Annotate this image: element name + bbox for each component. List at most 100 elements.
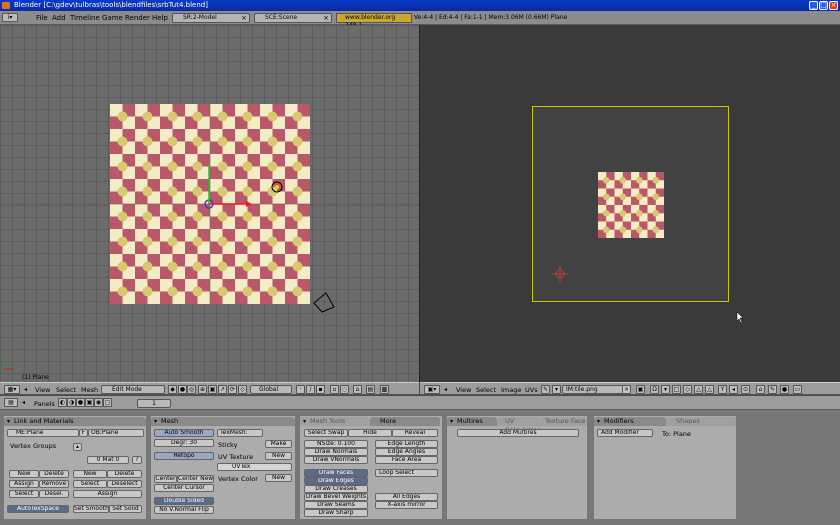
draw-edges-toggle[interactable]: Draw Edges <box>304 477 368 485</box>
vgroup-assign-button[interactable]: Assign <box>9 480 39 488</box>
manipulator-icon[interactable]: ↗ <box>218 385 227 394</box>
uv-image-editor[interactable] <box>420 25 840 382</box>
edge-select-icon[interactable]: / <box>306 385 315 394</box>
draw-faces-toggle[interactable]: Draw Faces <box>304 469 368 477</box>
material-deselect-button[interactable]: Deselect <box>107 480 142 488</box>
vertex-icon[interactable]: □ <box>672 385 681 394</box>
lock-icon[interactable]: ⌂ <box>756 385 765 394</box>
auto-smooth-toggle[interactable]: Auto Smooth <box>154 429 214 437</box>
pencil-icon[interactable]: ✎ <box>541 385 550 394</box>
screen-selector[interactable]: SR:2-Model × <box>172 13 250 23</box>
draw-sharp-toggle[interactable]: Draw Sharp <box>304 509 368 517</box>
vertex-color-new-button[interactable]: New <box>265 474 292 482</box>
vertex-select-icon[interactable]: · <box>296 385 305 394</box>
rotate-icon[interactable]: ⟳ <box>228 385 237 394</box>
vgroup-deselect-button[interactable]: Desel. <box>39 490 69 498</box>
material-select-button[interactable]: Select <box>73 480 107 488</box>
collapse-icon[interactable]: ◂ <box>22 399 25 406</box>
pivot-icon[interactable]: ◆ <box>168 385 177 394</box>
object-name-field[interactable]: OB:Plane <box>88 429 144 437</box>
retopo-toggle[interactable]: Retopo <box>154 452 214 460</box>
menu-game[interactable]: Game <box>102 14 123 22</box>
occlude-icon[interactable]: ▫ <box>330 385 339 394</box>
minimize-button[interactable]: _ <box>809 1 818 10</box>
scale-icon[interactable]: ◇ <box>238 385 247 394</box>
all-edges-toggle[interactable]: All Edges <box>375 493 438 501</box>
image-browse-icon[interactable]: ▾ <box>552 385 561 394</box>
menu-view[interactable]: View <box>456 386 471 394</box>
set-smooth-button[interactable]: Set Smooth <box>73 505 109 513</box>
editor-type-icon[interactable]: ▤ <box>4 398 18 407</box>
pivot-icon[interactable]: ◂ <box>729 385 738 394</box>
nsize-field[interactable]: NSize: 0.100 <box>304 440 368 448</box>
proportional-icon[interactable]: ◌ <box>340 385 349 394</box>
snap-icon[interactable]: ⊕ <box>198 385 207 394</box>
island-icon[interactable]: △ <box>705 385 714 394</box>
object-icon[interactable]: ▣ <box>85 398 94 407</box>
frame-field[interactable]: 1 <box>137 399 171 408</box>
vgroup-select-button[interactable]: Select <box>9 490 39 498</box>
shapes-tab[interactable]: Shapes <box>666 417 736 426</box>
script-icon[interactable]: ◑ <box>67 398 76 407</box>
menu-mesh[interactable]: Mesh <box>81 386 98 394</box>
editor-type-icon[interactable]: ▦▾ <box>4 385 20 394</box>
3d-viewport[interactable]: (1) Plane <box>0 25 419 382</box>
close-icon[interactable]: × <box>323 14 329 22</box>
modifiers-tab[interactable]: Modifiers <box>594 417 666 426</box>
no-vnormal-flip-toggle[interactable]: No V.Normal Flip <box>154 506 214 514</box>
center-new-button[interactable]: Center New <box>177 475 214 483</box>
menu-timeline[interactable]: Timeline <box>70 14 100 22</box>
collapse-icon[interactable]: ◂ <box>444 386 447 393</box>
texture-face-tab[interactable]: Texture Face <box>539 417 587 426</box>
panel-title[interactable]: Link and Materials <box>4 417 146 426</box>
material-assign-button[interactable]: Assign <box>73 490 142 498</box>
draw-bevel-weights-toggle[interactable]: Draw Bevel Weights <box>304 493 368 501</box>
close-icon[interactable]: × <box>241 14 247 22</box>
vgroup-browse-icon[interactable]: ▴ <box>73 443 82 451</box>
draw-vnormals-toggle[interactable]: Draw VNormals <box>304 456 368 464</box>
scene-icon[interactable]: ▢ <box>103 398 112 407</box>
close-icon[interactable]: × <box>622 385 631 394</box>
sync-icon[interactable]: ▾ <box>661 385 670 394</box>
editor-type-icon[interactable]: ▣▾ <box>424 385 440 394</box>
select-swap-button[interactable]: Select Swap <box>304 429 348 437</box>
proportional-icon[interactable]: ⊙ <box>741 385 750 394</box>
menu-image[interactable]: Image <box>501 386 521 394</box>
center-cursor-button[interactable]: Center Cursor <box>154 484 214 492</box>
window-type-icon[interactable]: i▾ <box>2 13 18 22</box>
hide-button[interactable]: Hide <box>348 429 392 437</box>
texmesh-field[interactable]: TexMesh: <box>217 429 263 437</box>
material-new-button[interactable]: New <box>73 470 107 478</box>
maximize-button[interactable]: □ <box>819 1 828 10</box>
mesh-name-field[interactable]: ME:Plane <box>7 429 79 437</box>
face-select-icon[interactable]: ▪ <box>316 385 325 394</box>
draw-seams-toggle[interactable]: Draw Seams <box>304 501 368 509</box>
material-delete-button[interactable]: Delete <box>107 470 142 478</box>
multires-tab[interactable]: Multires <box>447 417 497 426</box>
menu-add[interactable]: Add <box>52 14 66 22</box>
panel-collapse-icon[interactable]: ▾ <box>7 418 10 425</box>
mesh-tools-tab[interactable]: Mesh Tools <box>300 417 370 426</box>
autotexspace-toggle[interactable]: AutoTexSpace <box>7 505 69 513</box>
face-area-toggle[interactable]: Face Area <box>375 456 438 464</box>
mode-select[interactable]: Edit Mode <box>101 385 165 394</box>
vgroup-delete-button[interactable]: Delete <box>39 470 69 478</box>
screenshot-icon[interactable]: ▩ <box>380 385 389 394</box>
snap-icon[interactable]: Y <box>718 385 727 394</box>
set-solid-button[interactable]: Set Solid <box>109 505 142 513</box>
paint-icon[interactable]: ✎ <box>768 385 777 394</box>
panel-collapse-icon[interactable]: ▾ <box>303 418 306 425</box>
edge-length-toggle[interactable]: Edge Length <box>375 440 438 448</box>
loop-select-menu[interactable]: Loop Select <box>375 469 438 477</box>
menu-help[interactable]: Help <box>152 14 168 22</box>
panels-menu[interactable]: Panels <box>34 400 55 408</box>
pack-icon[interactable]: ▣ <box>636 385 645 394</box>
panel-collapse-icon[interactable]: ▾ <box>597 418 600 425</box>
edge-icon[interactable]: ◇ <box>683 385 692 394</box>
orientation-select[interactable]: Global <box>250 385 292 394</box>
material-index-field[interactable]: 0 Mat 0 <box>87 456 129 464</box>
uvtex-layer-field[interactable]: UVTex <box>217 463 292 471</box>
help-button[interactable]: ? <box>132 456 142 464</box>
shading-icon[interactable]: ● <box>76 398 85 407</box>
view-icon[interactable]: ▭ <box>793 385 802 394</box>
